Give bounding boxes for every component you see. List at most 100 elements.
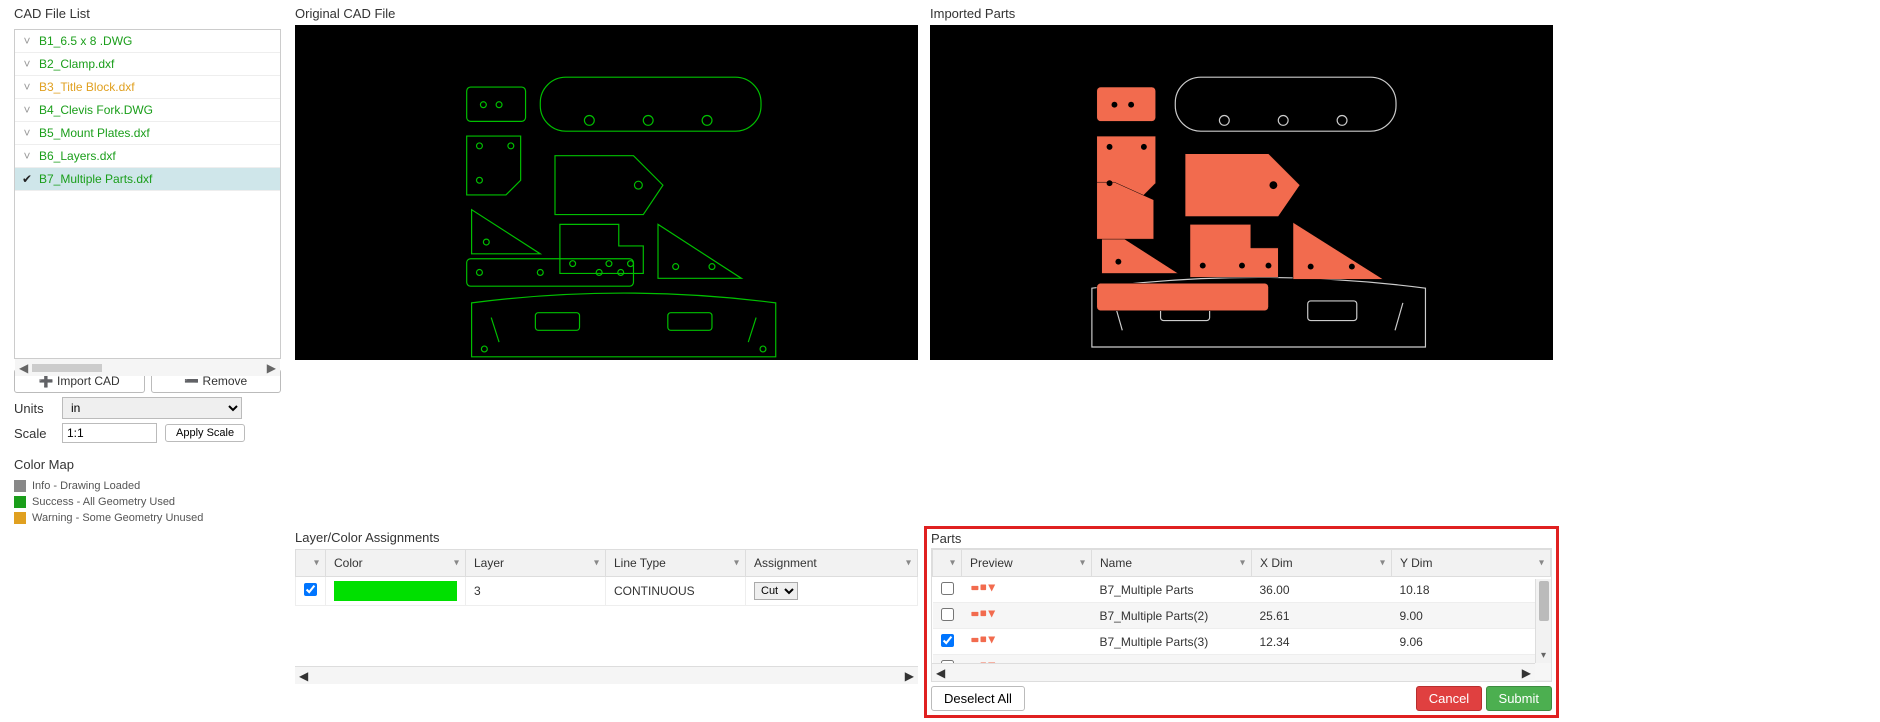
cad-file-list: ˅ B1_6.5 x 8 .DWG ˅ B2_Clamp.dxf ˅ B3_Title B… xyxy=(14,29,281,359)
layer-row-layer: 3 xyxy=(466,577,606,606)
chevron-down-icon: ▾ xyxy=(734,558,739,569)
colormap-label: Warning - Some Geometry Unused xyxy=(32,512,203,524)
cancel-button[interactable]: Cancel xyxy=(1416,686,1482,711)
layer-row-checkbox[interactable] xyxy=(304,583,317,596)
parts-header-preview[interactable]: Preview▾ xyxy=(962,550,1092,577)
chevron-right-icon[interactable]: ▶ xyxy=(1522,666,1531,680)
chevron-down-icon: ▾ xyxy=(594,558,599,569)
plus-icon: ➕ xyxy=(39,374,54,388)
layer-header-check[interactable]: ▾ xyxy=(296,550,326,577)
chevron-down-icon: ▾ xyxy=(950,558,955,569)
colormap-item: Info - Drawing Loaded xyxy=(14,480,281,492)
submit-button[interactable]: Submit xyxy=(1486,686,1552,711)
file-name: B4_Clevis Fork.DWG xyxy=(39,103,153,117)
parts-row-checkbox[interactable] xyxy=(941,582,954,595)
file-item[interactable]: ✔ B7_Multiple Parts.dxf xyxy=(15,168,280,191)
check-icon: ˅ xyxy=(21,81,33,93)
parts-horizontal-scrollbar[interactable]: ◀ ▶ xyxy=(932,663,1535,681)
assignment-select[interactable]: Cut xyxy=(754,582,798,600)
file-name: B1_6.5 x 8 .DWG xyxy=(39,34,132,48)
deselect-all-button[interactable]: Deselect All xyxy=(931,686,1025,711)
check-icon: ˅ xyxy=(21,104,33,116)
scale-input[interactable] xyxy=(62,423,157,443)
apply-scale-button[interactable]: Apply Scale xyxy=(165,424,245,442)
chevron-down-icon: ▾ xyxy=(1539,558,1544,569)
imported-parts-title: Imported Parts xyxy=(930,4,1553,25)
check-icon: ˅ xyxy=(21,127,33,139)
chevron-down-icon: ▾ xyxy=(1380,558,1385,569)
check-icon: ˅ xyxy=(21,35,33,47)
parts-header-name[interactable]: Name▾ xyxy=(1092,550,1252,577)
parts-row-preview xyxy=(962,629,1092,655)
check-icon: ˅ xyxy=(21,58,33,70)
original-cad-canvas xyxy=(295,25,918,360)
parts-row[interactable]: B7_Multiple Parts36.0010.18 xyxy=(933,577,1551,603)
parts-header-ydim[interactable]: Y Dim▾ xyxy=(1392,550,1551,577)
chevron-left-icon[interactable]: ◀ xyxy=(299,669,308,683)
minus-icon: ➖ xyxy=(184,374,199,388)
file-item[interactable]: ˅ B4_Clevis Fork.DWG xyxy=(15,99,280,122)
chevron-down-icon[interactable]: ▾ xyxy=(1541,650,1546,661)
remove-label: Remove xyxy=(203,374,248,388)
parts-row-xdim: 12.34 xyxy=(1252,629,1392,655)
parts-row-checkbox[interactable] xyxy=(941,608,954,621)
parts-title: Parts xyxy=(931,531,1552,546)
chevron-right-icon[interactable]: ▶ xyxy=(267,361,276,375)
check-icon: ✔ xyxy=(21,173,33,185)
file-list-scrollbar[interactable]: ◀ ▶ xyxy=(15,358,280,376)
parts-row-checkbox[interactable] xyxy=(941,634,954,647)
parts-row[interactable]: B7_Multiple Parts(2)25.619.00 xyxy=(933,603,1551,629)
color-map-title: Color Map xyxy=(14,457,281,472)
layer-header-layer[interactable]: Layer▾ xyxy=(466,550,606,577)
chevron-down-icon: ▾ xyxy=(314,558,319,569)
parts-vertical-scrollbar[interactable]: ▾ xyxy=(1535,579,1551,663)
file-item[interactable]: ˅ B3_Title Block.dxf xyxy=(15,76,280,99)
layer-row-linetype: CONTINUOUS xyxy=(606,577,746,606)
chevron-right-icon[interactable]: ▶ xyxy=(905,669,914,683)
scrollbar-thumb[interactable] xyxy=(32,364,102,372)
units-select[interactable]: in xyxy=(62,397,242,419)
parts-row-preview xyxy=(962,577,1092,603)
colormap-label: Success - All Geometry Used xyxy=(32,496,175,508)
file-name: B3_Title Block.dxf xyxy=(39,80,135,94)
file-name: B6_Layers.dxf xyxy=(39,149,116,163)
chevron-down-icon: ▾ xyxy=(1240,558,1245,569)
parts-table: ▾ Preview▾ Name▾ X Dim▾ Y Dim▾ B7_Multip… xyxy=(932,549,1551,681)
parts-row-ydim: 9.00 xyxy=(1392,603,1551,629)
parts-row-xdim: 25.61 xyxy=(1252,603,1392,629)
file-name: B2_Clamp.dxf xyxy=(39,57,114,71)
parts-row-name: B7_Multiple Parts(2) xyxy=(1092,603,1252,629)
imported-parts-canvas xyxy=(930,25,1553,360)
color-swatch-icon xyxy=(14,480,26,492)
chevron-down-icon: ▾ xyxy=(906,558,911,569)
cad-file-list-title: CAD File List xyxy=(14,4,281,25)
parts-row-name: B7_Multiple Parts(3) xyxy=(1092,629,1252,655)
layer-header-assignment[interactable]: Assignment▾ xyxy=(746,550,918,577)
chevron-left-icon[interactable]: ◀ xyxy=(19,361,28,375)
parts-header-check[interactable]: ▾ xyxy=(933,550,962,577)
file-item[interactable]: ˅B6_Layers.dxf xyxy=(15,145,280,168)
parts-row-preview xyxy=(962,603,1092,629)
parts-row[interactable]: B7_Multiple Parts(3)12.349.06 xyxy=(933,629,1551,655)
parts-header-xdim[interactable]: X Dim▾ xyxy=(1252,550,1392,577)
colormap-item: Success - All Geometry Used xyxy=(14,496,281,508)
parts-row-ydim: 10.18 xyxy=(1392,577,1551,603)
layer-table: ▾ Color▾ Layer▾ Line Type▾ Assignment▾ 3… xyxy=(295,549,918,606)
scrollbar-thumb[interactable] xyxy=(1539,581,1549,621)
layer-assignments-title: Layer/Color Assignments xyxy=(295,528,918,549)
layer-color-swatch xyxy=(334,581,457,601)
chevron-left-icon[interactable]: ◀ xyxy=(936,666,945,680)
colormap-label: Info - Drawing Loaded xyxy=(32,480,140,492)
file-item[interactable]: ˅ B2_Clamp.dxf xyxy=(15,53,280,76)
layer-header-linetype[interactable]: Line Type▾ xyxy=(606,550,746,577)
file-item[interactable]: ˅ B5_Mount Plates.dxf xyxy=(15,122,280,145)
layer-header-color[interactable]: Color▾ xyxy=(326,550,466,577)
file-name: B7_Multiple Parts.dxf xyxy=(39,172,152,186)
file-item[interactable]: ˅ B1_6.5 x 8 .DWG xyxy=(15,30,280,53)
scale-label: Scale xyxy=(14,426,54,441)
layer-table-scrollbar[interactable]: ◀ ▶ xyxy=(295,666,918,684)
layer-row[interactable]: 3 CONTINUOUS Cut xyxy=(296,577,918,606)
file-name: B5_Mount Plates.dxf xyxy=(39,126,150,140)
color-swatch-icon xyxy=(14,496,26,508)
colormap-item: Warning - Some Geometry Unused xyxy=(14,512,281,524)
